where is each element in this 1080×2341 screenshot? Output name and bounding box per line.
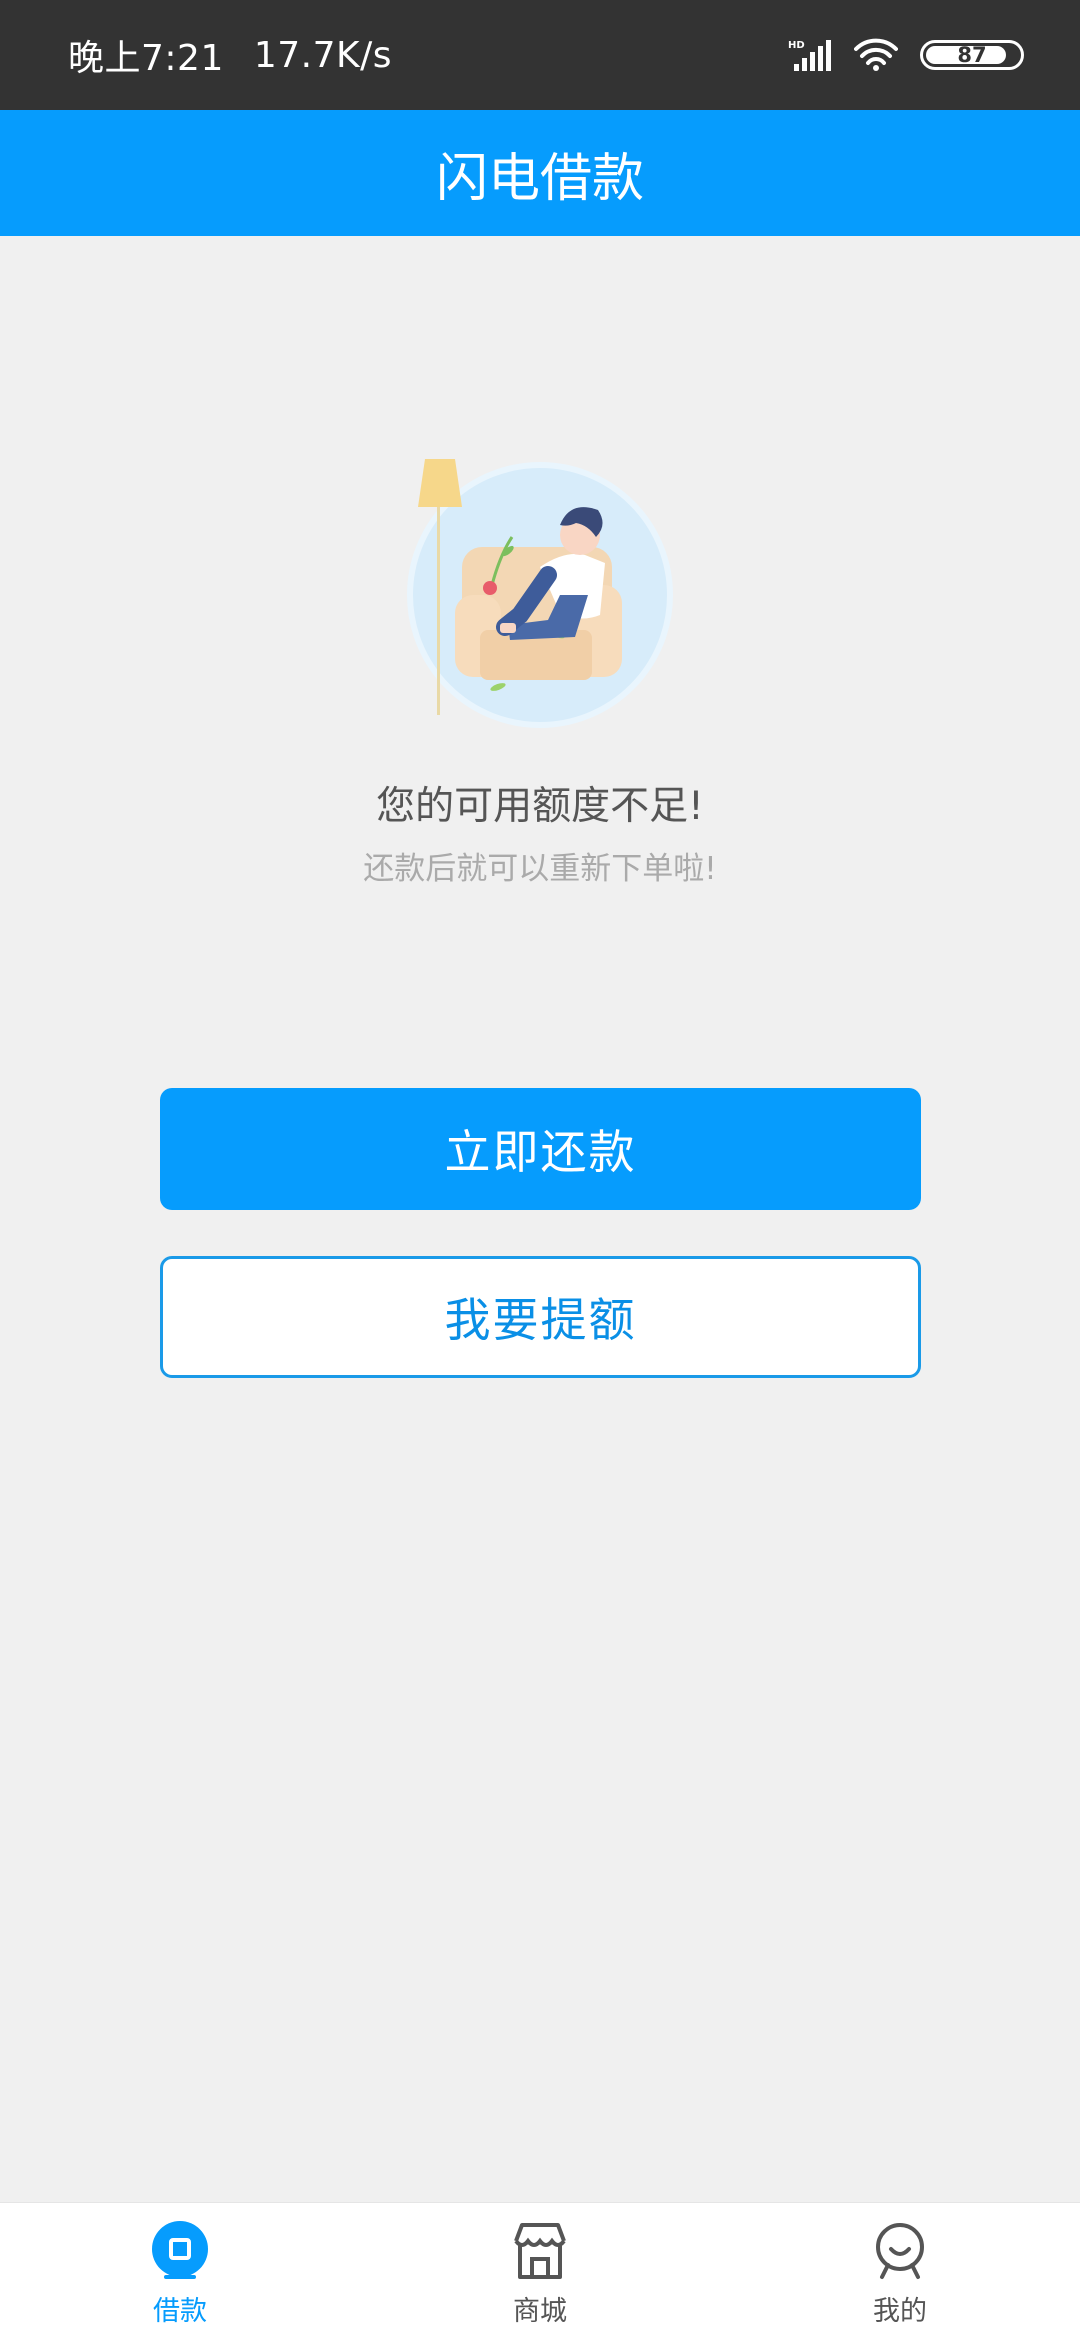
battery-level: 87 (957, 43, 987, 67)
store-icon (514, 2223, 566, 2279)
status-right: HD 87 (766, 0, 1024, 110)
signal-badge: HD (788, 40, 805, 51)
status-bar: 晚上7:21 17.7K/s HD 87 (0, 0, 1080, 110)
profile-icon (876, 2223, 924, 2279)
tab-label-loan: 借款 (153, 2296, 207, 2327)
tab-profile[interactable]: 我的 (720, 2203, 1080, 2341)
bottom-tabbar: 借款 商城 我的 (0, 2202, 1080, 2341)
status-left: 晚上7:21 17.7K/s (68, 0, 422, 110)
status-time: 晚上7:21 (68, 38, 224, 79)
tab-label-store: 商城 (513, 2296, 567, 2327)
repay-now-button[interactable]: 立即还款 (160, 1088, 921, 1210)
loan-icon (152, 2221, 208, 2279)
tab-label-profile: 我的 (873, 2296, 927, 2327)
tab-store[interactable]: 商城 (360, 2203, 720, 2341)
network-speed: 17.7K/s (253, 34, 392, 76)
battery-icon: 87 (920, 40, 1024, 70)
wifi-icon (854, 38, 898, 71)
raise-limit-button[interactable]: 我要提额 (160, 1256, 921, 1378)
tab-loan[interactable]: 借款 (0, 2203, 360, 2341)
insufficient-limit-subtitle: 还款后就可以重新下单啦! (363, 851, 717, 887)
insufficient-limit-title: 您的可用额度不足! (376, 784, 704, 829)
empty-state-illustration (407, 459, 673, 728)
signal-icon: HD (788, 40, 831, 71)
page-header: 闪电借款 (0, 110, 1080, 236)
page-title: 闪电借款 (435, 148, 644, 209)
